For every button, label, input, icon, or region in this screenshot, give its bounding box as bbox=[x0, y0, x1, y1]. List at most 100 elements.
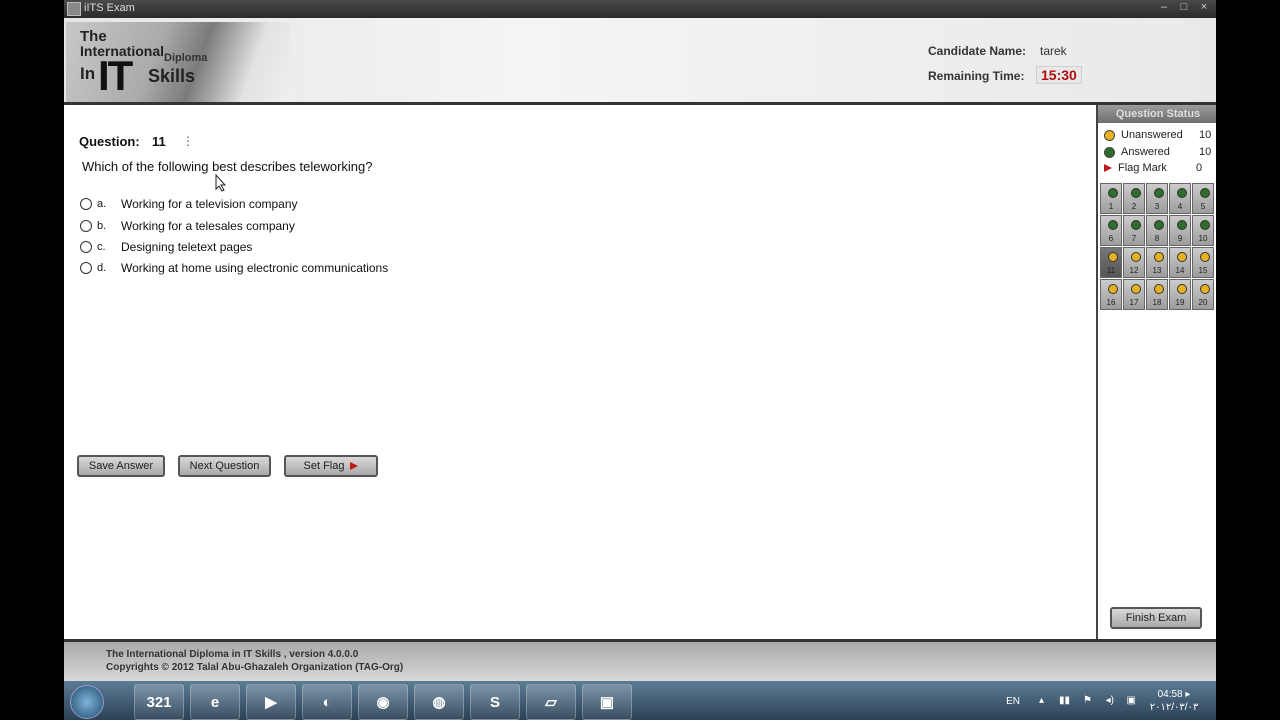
question-cell-5[interactable]: 5 bbox=[1192, 183, 1214, 214]
question-cell-4[interactable]: 4 bbox=[1169, 183, 1191, 214]
radio-button[interactable] bbox=[80, 220, 92, 232]
minimize-icon[interactable]: – bbox=[1158, 1, 1170, 13]
answered-dot-icon bbox=[1108, 188, 1118, 198]
question-cell-19[interactable]: 19 bbox=[1169, 279, 1191, 310]
question-label: Question: bbox=[79, 134, 140, 149]
action-center-icon[interactable]: ⚑ bbox=[1083, 695, 1092, 706]
option-text: Working for a television company bbox=[121, 197, 298, 211]
legend-label: Flag Mark bbox=[1118, 162, 1167, 174]
question-cell-10[interactable]: 10 bbox=[1192, 215, 1214, 246]
question-cell-number: 2 bbox=[1131, 202, 1137, 211]
tray-expand-icon[interactable]: ▴ bbox=[1039, 695, 1044, 706]
option-d[interactable]: d. Working at home using electronic comm… bbox=[80, 259, 388, 277]
option-letter: b. bbox=[97, 220, 107, 232]
option-c[interactable]: c. Designing teletext pages bbox=[80, 238, 252, 256]
unanswered-dot-icon bbox=[1154, 252, 1164, 262]
firefox-icon[interactable]: ◍ bbox=[414, 684, 464, 720]
unanswered-dot-icon bbox=[1177, 252, 1187, 262]
question-cell-7[interactable]: 7 bbox=[1123, 215, 1145, 246]
unanswered-dot-icon bbox=[1131, 252, 1141, 262]
next-question-label: Next Question bbox=[189, 460, 260, 472]
internet-explorer-icon[interactable]: e bbox=[190, 684, 240, 720]
finish-exam-label: Finish Exam bbox=[1125, 612, 1187, 624]
question-cell-15[interactable]: 15 bbox=[1192, 247, 1214, 278]
logo-text: Diploma bbox=[164, 52, 208, 64]
skype-icon[interactable]: S bbox=[470, 684, 520, 720]
question-area: Question: 11 ⋮ Which of the following be… bbox=[64, 105, 1096, 639]
set-flag-label: Set Flag bbox=[303, 460, 345, 472]
flag-count: 0 bbox=[1196, 162, 1203, 174]
question-cell-number: 10 bbox=[1198, 234, 1208, 243]
unanswered-count: 10 bbox=[1199, 129, 1212, 141]
question-cell-number: 8 bbox=[1154, 234, 1160, 243]
question-cell-16[interactable]: 16 bbox=[1100, 279, 1122, 310]
question-cell-9[interactable]: 9 bbox=[1169, 215, 1191, 246]
answered-count: 10 bbox=[1199, 146, 1212, 158]
question-cell-18[interactable]: 18 bbox=[1146, 279, 1168, 310]
unanswered-dot-icon bbox=[1200, 252, 1210, 262]
question-cell-number: 15 bbox=[1198, 266, 1208, 275]
question-cell-6[interactable]: 6 bbox=[1100, 215, 1122, 246]
unanswered-dot-icon bbox=[1104, 129, 1115, 141]
question-cell-number: 13 bbox=[1152, 266, 1162, 275]
finish-exam-button[interactable]: Finish Exam bbox=[1110, 607, 1202, 629]
next-question-button[interactable]: Next Question bbox=[178, 455, 271, 477]
iits-logo: The International Diploma In IT Skills bbox=[66, 22, 291, 102]
signal-icon[interactable]: ▮▮ bbox=[1059, 695, 1070, 706]
legend-answered: Answered 10 bbox=[1104, 146, 1211, 158]
network-icon[interactable]: ▣ bbox=[1127, 695, 1136, 706]
exam-app-icon[interactable]: ▣ bbox=[582, 684, 632, 720]
unanswered-dot-icon bbox=[1131, 284, 1141, 294]
question-cell-number: 14 bbox=[1175, 266, 1185, 275]
unanswered-dot-icon bbox=[1177, 284, 1187, 294]
question-cell-number: 4 bbox=[1177, 202, 1183, 211]
calendar-app-icon[interactable]: 321 bbox=[134, 684, 184, 720]
question-menu-icon[interactable]: ⋮ bbox=[182, 134, 194, 148]
clock-date: ٢٠١٢/٠٣/٠٣ bbox=[1149, 702, 1199, 713]
current-dot-icon bbox=[1108, 252, 1118, 262]
set-flag-button[interactable]: Set Flag bbox=[284, 455, 378, 477]
question-text: Which of the following best describes te… bbox=[82, 159, 373, 174]
radio-button[interactable] bbox=[80, 241, 92, 253]
save-answer-button[interactable]: Save Answer bbox=[77, 455, 165, 477]
language-indicator[interactable]: EN bbox=[1006, 696, 1020, 707]
title-bar: iITS Exam – □ × bbox=[64, 0, 1216, 18]
logo-text: IT bbox=[98, 52, 133, 99]
volume-icon[interactable]: ◂) bbox=[1106, 695, 1114, 706]
clock[interactable]: 04:58 ▸ ٢٠١٢/٠٣/٠٣ bbox=[1144, 688, 1204, 714]
footer-version: The International Diploma in IT Skills ,… bbox=[106, 649, 359, 660]
question-cell-1[interactable]: 1 bbox=[1100, 183, 1122, 214]
remaining-time-label: Remaining Time: bbox=[928, 69, 1025, 83]
chrome-icon[interactable]: ◉ bbox=[358, 684, 408, 720]
maximize-icon[interactable]: □ bbox=[1178, 1, 1190, 13]
close-icon[interactable]: × bbox=[1198, 1, 1210, 13]
unanswered-dot-icon bbox=[1154, 284, 1164, 294]
option-b[interactable]: b. Working for a telesales company bbox=[80, 217, 295, 235]
question-cell-13[interactable]: 13 bbox=[1146, 247, 1168, 278]
logo-text: In bbox=[80, 64, 96, 83]
question-status-panel: Question Status Unanswered 10 Answered 1… bbox=[1096, 105, 1216, 639]
media-player-icon[interactable]: ▶ bbox=[246, 684, 296, 720]
question-cell-11[interactable]: 11 bbox=[1100, 247, 1122, 278]
radio-button[interactable] bbox=[80, 198, 92, 210]
explorer-app-icon[interactable]: ▱ bbox=[526, 684, 576, 720]
legend-label: Unanswered bbox=[1121, 129, 1183, 141]
radio-button[interactable] bbox=[80, 262, 92, 274]
unanswered-dot-icon bbox=[1200, 284, 1210, 294]
question-cell-number: 3 bbox=[1154, 202, 1160, 211]
answered-dot-icon bbox=[1104, 146, 1115, 158]
media-app-icon[interactable]: ◐ bbox=[302, 684, 352, 720]
question-cell-17[interactable]: 17 bbox=[1123, 279, 1145, 310]
question-cell-12[interactable]: 12 bbox=[1123, 247, 1145, 278]
question-cell-20[interactable]: 20 bbox=[1192, 279, 1214, 310]
answered-dot-icon bbox=[1177, 220, 1187, 230]
start-button[interactable] bbox=[70, 685, 104, 719]
question-cell-2[interactable]: 2 bbox=[1123, 183, 1145, 214]
question-grid: 1 2 3 4 5 6 7 8 9 10 11 12 13 14 15 16 17 18 19 20 bbox=[1100, 183, 1215, 310]
question-cell-14[interactable]: 14 bbox=[1169, 247, 1191, 278]
question-cell-3[interactable]: 3 bbox=[1146, 183, 1168, 214]
option-letter: a. bbox=[97, 198, 107, 210]
option-a[interactable]: a. Working for a television company bbox=[80, 195, 298, 213]
question-cell-8[interactable]: 8 bbox=[1146, 215, 1168, 246]
question-cell-number: 11 bbox=[1106, 266, 1116, 275]
